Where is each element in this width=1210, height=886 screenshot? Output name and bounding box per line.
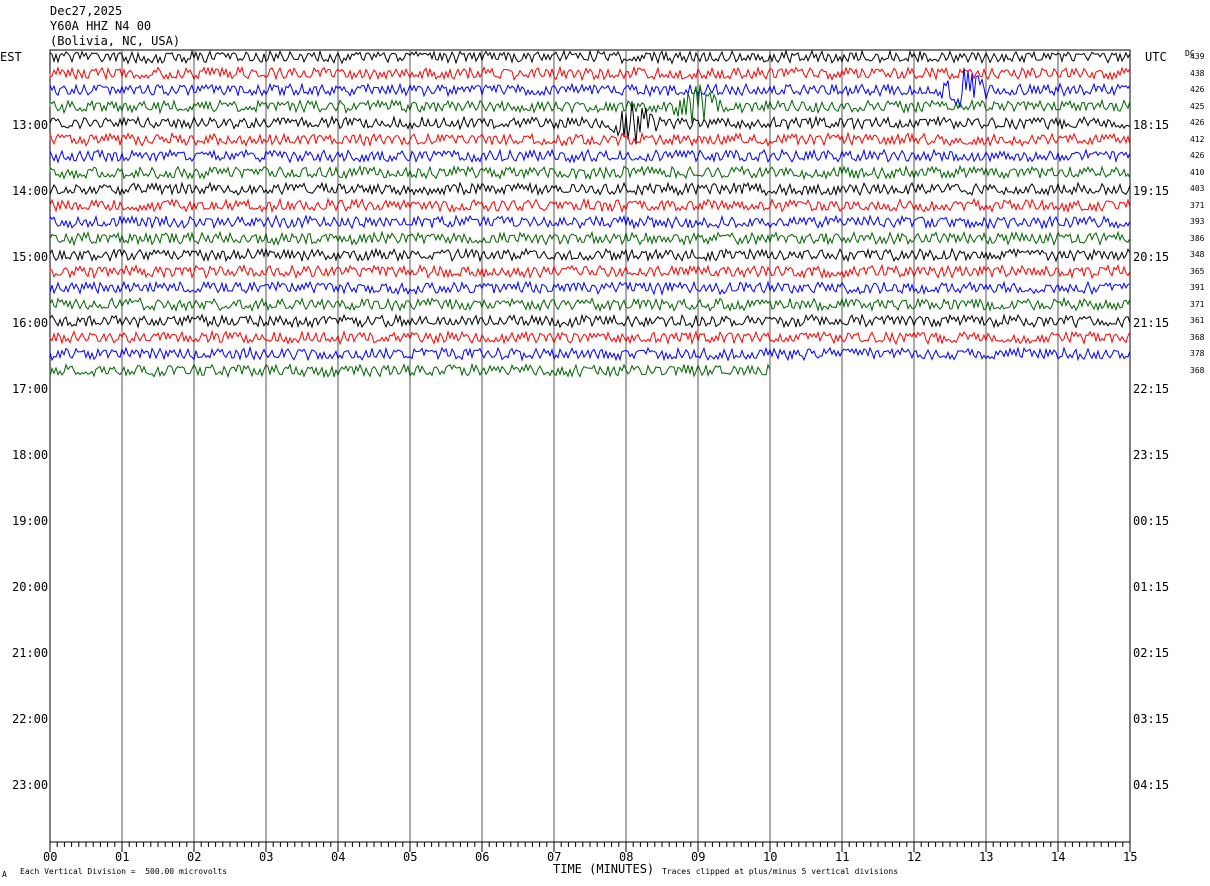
dc-value: 378 <box>1190 349 1205 358</box>
est-time-label: 15:00 <box>12 250 49 264</box>
dc-value: 425 <box>1190 101 1205 111</box>
utc-time-label: 22:15 <box>1133 382 1170 396</box>
corner-mark: A <box>2 870 7 879</box>
dc-value: 361 <box>1190 316 1205 325</box>
x-tick-label: 02 <box>187 850 202 864</box>
dc-value: 393 <box>1190 217 1205 226</box>
dc-value: 371 <box>1190 299 1205 309</box>
est-time-label: 19:00 <box>12 514 49 528</box>
dc-value: 426 <box>1190 85 1205 94</box>
seismic-trace <box>49 67 1131 108</box>
x-tick-label: 04 <box>331 850 346 864</box>
dc-value: 403 <box>1190 184 1205 193</box>
utc-time-label: 23:15 <box>1133 448 1170 462</box>
dc-value: 412 <box>1190 134 1205 144</box>
x-tick-label: 01 <box>115 850 130 864</box>
seismic-trace <box>49 230 1131 247</box>
seismic-trace <box>49 296 1131 313</box>
utc-time-label: 00:15 <box>1133 514 1170 528</box>
x-tick-label: 15 <box>1123 850 1138 864</box>
seismic-trace <box>49 197 1131 214</box>
dc-value: 348 <box>1190 250 1205 259</box>
x-tick-label: 10 <box>763 850 778 864</box>
x-tick-label: 03 <box>259 850 274 864</box>
clip-note: Traces clipped at plus/minus 5 vertical … <box>662 867 899 876</box>
dc-value: 426 <box>1190 118 1205 127</box>
dc-value: 391 <box>1190 283 1205 292</box>
seismic-trace <box>49 313 1131 330</box>
dc-value: 410 <box>1190 167 1205 177</box>
utc-time-label: 01:15 <box>1133 580 1170 594</box>
x-axis-title: TIME (MINUTES) <box>553 862 655 876</box>
seismic-trace <box>49 181 1131 197</box>
seismic-trace <box>49 49 1131 65</box>
utc-time-label: 18:15 <box>1133 118 1170 132</box>
seismic-trace <box>49 247 1131 263</box>
utc-time-label: 03:15 <box>1133 712 1170 726</box>
x-tick-label: 09 <box>691 850 706 864</box>
seismic-trace <box>49 148 1131 164</box>
seismic-trace <box>49 164 1131 181</box>
est-time-label: 14:00 <box>12 184 49 198</box>
est-time-label: 18:00 <box>12 448 49 462</box>
est-time-label: 23:00 <box>12 778 49 792</box>
est-time-label: 16:00 <box>12 316 49 330</box>
dc-value: 365 <box>1190 266 1205 276</box>
dc-value: 368 <box>1190 332 1205 342</box>
x-tick-label: 12 <box>907 850 922 864</box>
dc-value: 426 <box>1190 151 1205 160</box>
x-tick-label: 13 <box>979 850 994 864</box>
dc-value: 438 <box>1190 68 1205 78</box>
est-time-label: 20:00 <box>12 580 49 594</box>
utc-time-label: 20:15 <box>1133 250 1170 264</box>
seismic-trace <box>49 131 1131 148</box>
seismic-trace <box>49 263 1131 280</box>
seismic-trace <box>49 329 1131 346</box>
utc-time-label: 21:15 <box>1133 316 1170 330</box>
x-tick-label: 06 <box>475 850 490 864</box>
helicorder-plot <box>49 49 1131 852</box>
scale-note: Each Vertical Division = 500.00 microvol… <box>20 867 228 876</box>
est-time-label: 13:00 <box>12 118 49 132</box>
utc-time-label: 02:15 <box>1133 646 1170 660</box>
x-tick-label: 05 <box>403 850 418 864</box>
est-time-label: 22:00 <box>12 712 49 726</box>
dc-value: 371 <box>1190 200 1205 210</box>
seismic-trace <box>49 280 1131 296</box>
x-tick-label: 00 <box>43 850 58 864</box>
est-time-label: 21:00 <box>12 646 49 660</box>
x-tick-label: 14 <box>1051 850 1066 864</box>
utc-time-label: 19:15 <box>1133 184 1170 198</box>
seismic-trace <box>49 345 1131 362</box>
dc-value: 439 <box>1190 52 1205 61</box>
dc-value: 386 <box>1190 233 1205 243</box>
dc-value: 368 <box>1190 365 1205 375</box>
seismic-trace <box>49 214 1131 231</box>
seismic-trace <box>49 84 1131 124</box>
plot-frame <box>49 49 1131 843</box>
utc-time-label: 04:15 <box>1133 778 1170 792</box>
est-time-label: 17:00 <box>12 382 49 396</box>
x-tick-label: 11 <box>835 850 850 864</box>
